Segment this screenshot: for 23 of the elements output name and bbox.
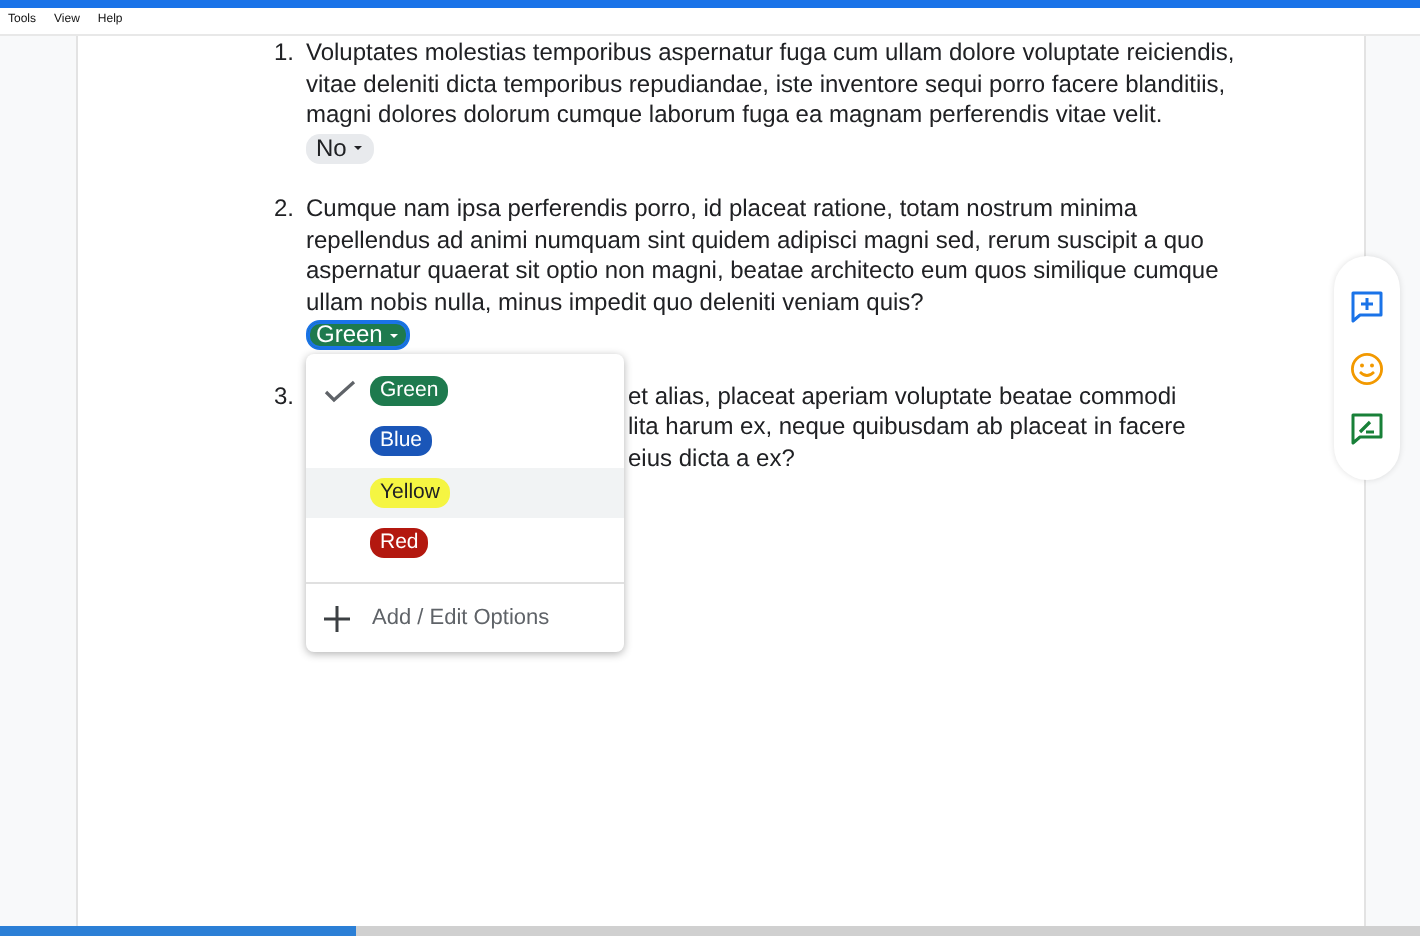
question-text: et alias, placeat aperiam voluptate beatae commodi lita harum ex, neque quibusdam ab placeat in facere eius dicta a ex?	[628, 381, 1186, 474]
option-tag: Red	[370, 528, 429, 559]
option-row[interactable]: Red	[306, 517, 624, 569]
list-number: 1.	[271, 38, 294, 70]
add-comment-icon[interactable]	[1350, 290, 1384, 325]
scrollbar-thumb[interactable]	[0, 926, 356, 936]
option-tag: Green	[370, 376, 449, 407]
caret-icon	[354, 146, 363, 150]
list-number: 2.	[271, 194, 294, 226]
option-row[interactable]: Blue	[306, 416, 624, 468]
answer-dropdown[interactable]: No	[306, 133, 375, 163]
plus-icon	[324, 605, 350, 632]
option-tag: Yellow	[370, 477, 450, 508]
question-text: Voluptates molestias temporibus aspernatur fuga cum ullam dolore voluptate reiciendis, vitae deleniti dicta temporibus repudiandae, iste inventore sequi porro facere blanditiis, magni dolores dolorum cumque laborum fuga ea magnam perferendis vitae velit.	[306, 38, 1235, 131]
option-row[interactable]: Green	[306, 366, 624, 417]
list-number: 3.	[271, 381, 294, 413]
add-edit-options-button[interactable]: Add / Edit Options	[306, 584, 624, 653]
caret-icon	[390, 333, 399, 337]
suggest-edit-icon[interactable]	[1350, 411, 1384, 446]
option-tag: Blue	[370, 426, 433, 457]
question-text: Cumque nam ipsa perferendis porro, id placeat ratione, totam nostrum minima repellendus ad animi numquam sint quidem adipisci magni sed, rerum suscipit a quo aspernatur quaerat sit optio non magni, beatae architecto eum quos similique cumque ullam nobis nulla, minus impedit quo deleniti veniam quis?	[306, 194, 1219, 318]
answer-dropdown[interactable]: Green	[306, 320, 411, 350]
option-row[interactable]: Yellow	[306, 467, 624, 518]
